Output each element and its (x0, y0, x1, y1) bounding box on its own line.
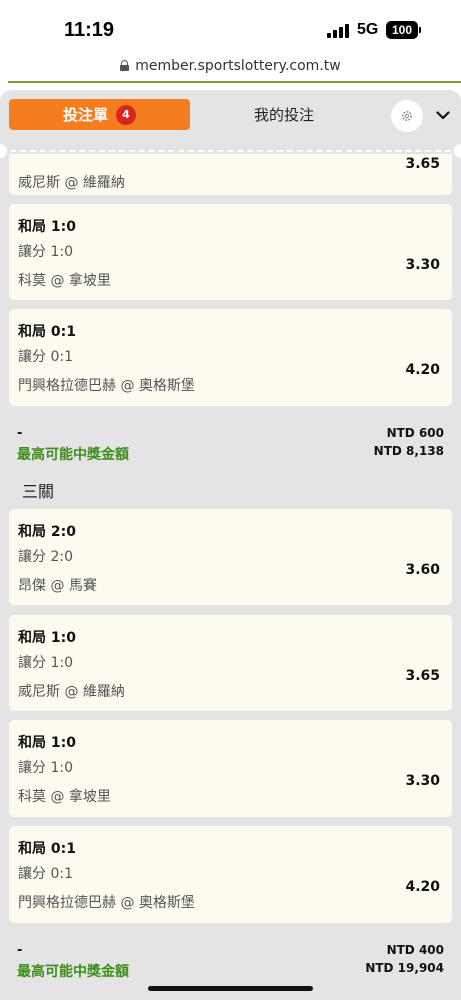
max-payout-label: 最高可能中獎金額 (17, 447, 129, 463)
selection-name: 和局 1:0 (18, 735, 76, 751)
selection-name: 和局 0:1 (18, 841, 76, 857)
tab-my-bets-label: 我的投注 (253, 106, 314, 124)
bet-list: 3.65 威尼斯 @ 維羅納 和局 1:0 讓分 1:0 科莫 @ 拿坡里 3.… (0, 154, 461, 1000)
odds-value: 4.20 (405, 362, 440, 378)
bet-leg-card[interactable]: 和局 1:0 讓分 1:0 科莫 @ 拿坡里 3.30 (9, 720, 452, 817)
market-name: 讓分 2:0 (18, 549, 73, 565)
max-payout-amount: NTD 19,904 (365, 961, 444, 975)
tab-betslip-label: 投注單 (62, 106, 108, 124)
stake-dash: - (17, 426, 23, 441)
parlay-title: 三關 (22, 482, 55, 501)
market-name: 讓分 0:1 (18, 866, 73, 882)
match-name: 門興格拉德巴赫 @ 奧格斯堡 (18, 378, 195, 394)
match-name: 威尼斯 @ 維羅納 (18, 175, 125, 191)
status-bar: 11:19 5G 100 (0, 0, 461, 56)
odds-value: 3.30 (405, 773, 440, 789)
cellular-signal-icon (327, 24, 353, 38)
betslip-count-badge: 4 (116, 104, 136, 125)
stake-amount: NTD 400 (386, 943, 444, 957)
selection-name: 和局 0:1 (18, 324, 76, 340)
gear-icon (402, 111, 412, 121)
bet-summary: - 最高可能中獎金額 NTD 400 NTD 19,904 (0, 943, 461, 983)
market-name: 讓分 1:0 (18, 244, 73, 260)
selection-name: 和局 2:0 (18, 524, 76, 540)
tab-my-bets[interactable]: 我的投注 (214, 99, 354, 130)
market-name: 讓分 1:0 (18, 655, 73, 671)
selection-name: 和局 1:0 (18, 219, 76, 235)
chevron-down-icon (436, 110, 450, 119)
lock-icon (120, 60, 130, 71)
network-type: 5G (357, 21, 379, 38)
market-name: 讓分 0:1 (18, 349, 73, 365)
odds-value: 3.65 (405, 156, 440, 172)
betslip-panel: 投注單 4 我的投注 3.65 威尼斯 @ 維羅納 和局 1:0 讓分 1:0 … (0, 90, 461, 1000)
tab-betslip[interactable]: 投注單 4 (9, 99, 190, 130)
collapse-button[interactable] (432, 104, 454, 126)
max-payout-amount: NTD 8,138 (373, 444, 444, 458)
home-indicator[interactable] (148, 986, 313, 991)
odds-value: 3.60 (405, 562, 440, 578)
browser-url-bar[interactable]: member.sportslottery.com.tw (0, 56, 461, 80)
selection-name: 和局 1:0 (18, 630, 76, 646)
bet-leg-card[interactable]: 和局 1:0 讓分 1:0 威尼斯 @ 維羅納 3.65 (9, 615, 452, 711)
battery-tip (419, 27, 421, 33)
match-name: 昂傑 @ 馬賽 (18, 578, 97, 594)
odds-value: 3.30 (405, 257, 440, 273)
max-payout-label: 最高可能中獎金額 (17, 964, 129, 980)
stake-amount: NTD 600 (386, 426, 444, 440)
bet-summary: - 最高可能中獎金額 NTD 600 NTD 8,138 (0, 426, 461, 466)
bet-leg-card[interactable]: 和局 1:0 讓分 1:0 科莫 @ 拿坡里 3.30 (9, 204, 452, 300)
battery-icon: 100 (386, 21, 418, 39)
bet-leg-card[interactable]: 和局 2:0 讓分 2:0 昂傑 @ 馬賽 3.60 (9, 509, 452, 605)
bet-leg-card[interactable]: 3.65 威尼斯 @ 維羅納 (9, 154, 452, 195)
stake-dash: - (17, 943, 23, 958)
settings-button[interactable] (391, 100, 423, 132)
page-top-divider (8, 81, 461, 83)
url-text: member.sportslottery.com.tw (135, 57, 341, 74)
match-name: 科莫 @ 拿坡里 (18, 789, 111, 805)
odds-value: 4.20 (405, 879, 440, 895)
status-time: 11:19 (64, 19, 115, 41)
tab-bar: 投注單 4 我的投注 (0, 90, 461, 140)
market-name: 讓分 1:0 (18, 760, 73, 776)
bet-leg-card[interactable]: 和局 0:1 讓分 0:1 門興格拉德巴赫 @ 奧格斯堡 4.20 (9, 309, 452, 406)
match-name: 威尼斯 @ 維羅納 (18, 684, 125, 700)
bet-leg-card[interactable]: 和局 0:1 讓分 0:1 門興格拉德巴赫 @ 奧格斯堡 4.20 (9, 826, 452, 923)
match-name: 科莫 @ 拿坡里 (18, 273, 111, 289)
match-name: 門興格拉德巴赫 @ 奧格斯堡 (18, 895, 195, 911)
odds-value: 3.65 (405, 668, 440, 684)
